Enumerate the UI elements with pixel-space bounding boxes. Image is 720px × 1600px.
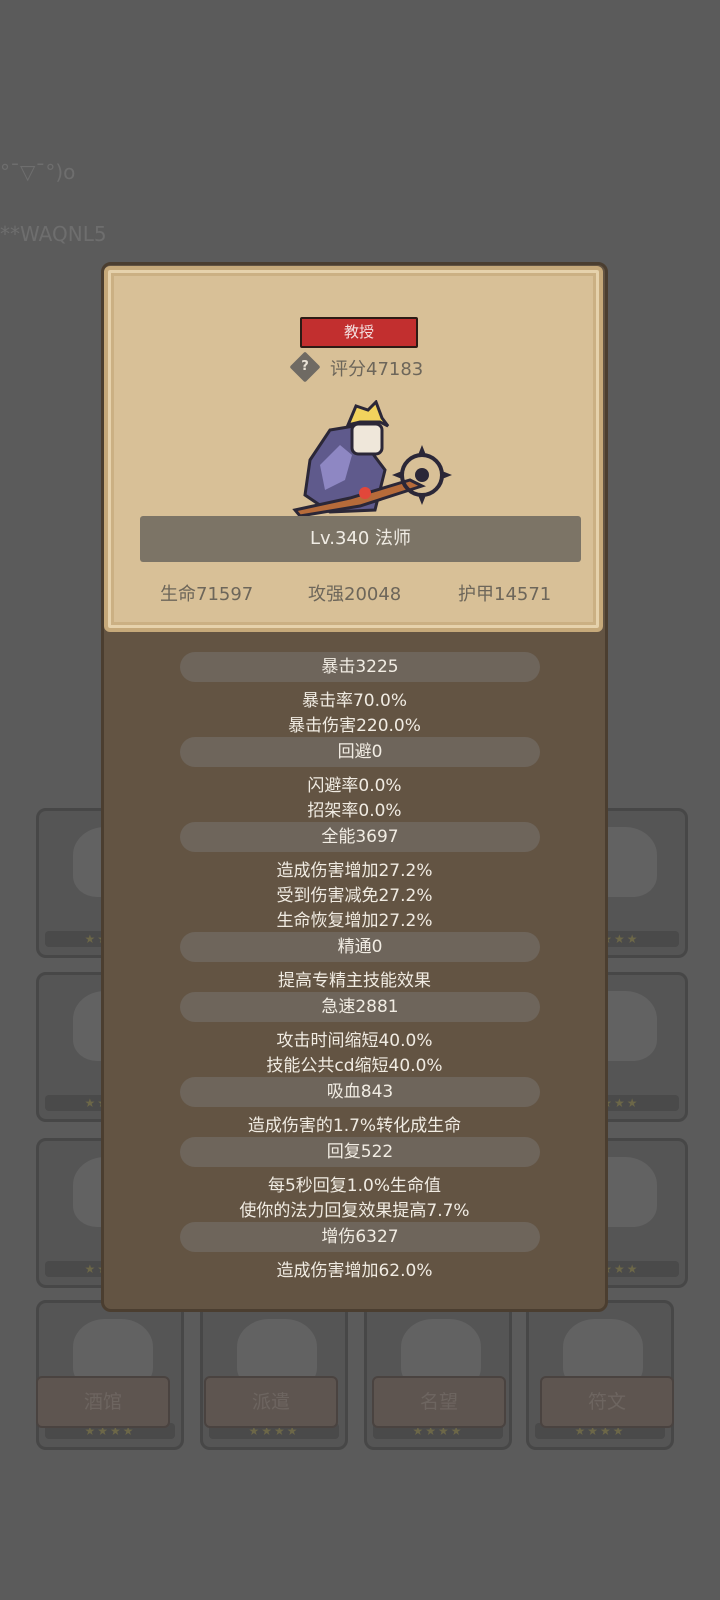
attr-title-dmg-bonus: 增伤6327 <box>180 1222 540 1252</box>
attr-title-versatility: 全能3697 <box>180 822 540 852</box>
help-icon[interactable]: ? <box>289 351 321 383</box>
attr-line: 造成伤害的1.7%转化成生命 <box>247 1116 462 1136</box>
fame-button: 名望 <box>372 1376 506 1428</box>
attr-title-dodge: 回避0 <box>180 737 540 767</box>
attr-title-mastery: 精通0 <box>180 932 540 962</box>
stat-attack: 攻强20048 <box>308 584 402 605</box>
attr-line: 造成伤害增加62.0% <box>276 1261 433 1281</box>
attr-line: 暴击伤害220.0% <box>288 716 421 736</box>
bg-player-title: °¯▽¯°)o <box>0 160 76 184</box>
rank-badge: 教授 <box>300 317 418 348</box>
attr-title-haste: 急速2881 <box>180 992 540 1022</box>
attr-line: 提高专精主技能效果 <box>278 971 431 991</box>
attr-title-leech: 吸血843 <box>180 1077 540 1107</box>
attr-line: 使你的法力回复效果提高7.7% <box>239 1201 470 1221</box>
help-glyph: ? <box>301 359 309 374</box>
attr-line: 每5秒回复1.0%生命值 <box>267 1176 441 1196</box>
rune-button: 符文 <box>540 1376 674 1428</box>
attr-line: 造成伤害增加27.2% <box>276 861 433 881</box>
attr-line: 招架率0.0% <box>307 801 402 821</box>
attr-line: 暴击率70.0% <box>301 691 407 711</box>
attr-line: 闪避率0.0% <box>307 776 402 796</box>
dispatch-button: 派遣 <box>204 1376 338 1428</box>
bg-player-id: **WAQNL5 <box>0 222 107 246</box>
attr-title-regen: 回复522 <box>180 1137 540 1167</box>
attr-title-crit: 暴击3225 <box>180 652 540 682</box>
score-text: 评分47183 <box>330 359 424 380</box>
hero-avatar <box>292 400 452 518</box>
level-class-bar: Lv.340 法师 <box>140 516 581 562</box>
attr-line: 技能公共cd缩短40.0% <box>266 1056 443 1076</box>
stat-hp: 生命71597 <box>160 584 254 605</box>
attr-line: 生命恢复增加27.2% <box>276 911 433 931</box>
attr-line: 受到伤害减免27.2% <box>276 886 433 906</box>
tavern-button: 酒馆 <box>36 1376 170 1428</box>
stat-armor: 护甲14571 <box>458 584 552 605</box>
attr-line: 攻击时间缩短40.0% <box>276 1031 433 1051</box>
